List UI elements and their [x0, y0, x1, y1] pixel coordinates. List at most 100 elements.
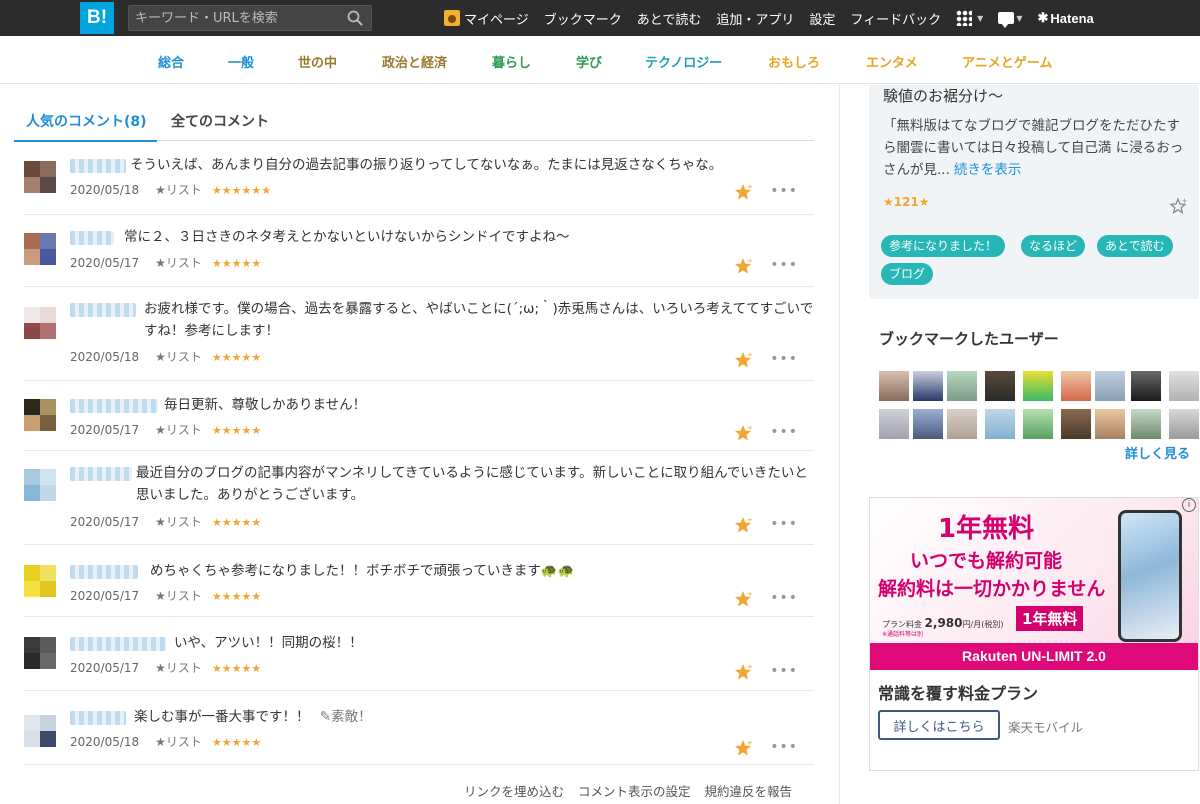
- add-star-icon[interactable]: +: [734, 424, 752, 442]
- star-list-link[interactable]: ★リスト: [155, 735, 202, 749]
- username[interactable]: [70, 303, 136, 317]
- category-general-top[interactable]: 総合: [158, 52, 184, 71]
- category-entertainment[interactable]: エンタメ: [866, 52, 918, 71]
- avatar[interactable]: [913, 371, 943, 401]
- tag-chip[interactable]: ブログ: [881, 263, 934, 285]
- search-input[interactable]: [135, 9, 335, 27]
- nav-feedback[interactable]: フィードバック: [850, 9, 941, 28]
- avatar[interactable]: [879, 409, 909, 439]
- more-options-icon[interactable]: •••: [770, 590, 798, 606]
- star-list-link[interactable]: ★リスト: [155, 423, 202, 437]
- category-anime-game[interactable]: アニメとゲーム: [962, 52, 1052, 71]
- category-fun[interactable]: おもしろ: [768, 52, 820, 71]
- avatar[interactable]: [24, 399, 56, 431]
- comment-date[interactable]: 2020/05/17: [70, 256, 139, 270]
- avatar[interactable]: [1095, 409, 1125, 439]
- avatar[interactable]: [1061, 409, 1091, 439]
- star-list-link[interactable]: ★リスト: [155, 350, 202, 364]
- avatar[interactable]: [947, 409, 977, 439]
- star-list-link[interactable]: ★リスト: [155, 515, 202, 529]
- avatar[interactable]: [24, 307, 56, 339]
- avatar[interactable]: [947, 371, 977, 401]
- avatar[interactable]: [879, 371, 909, 401]
- see-more-users-link[interactable]: 詳しく見る: [1125, 443, 1190, 462]
- star-list-link[interactable]: ★リスト: [155, 256, 202, 270]
- ad-title[interactable]: 常識を覆す料金プラン: [878, 680, 1038, 704]
- nav-add-app[interactable]: 追加・アプリ: [716, 9, 794, 28]
- avatar[interactable]: [24, 161, 56, 193]
- add-star-icon[interactable]: +: [734, 516, 752, 534]
- search-icon[interactable]: [347, 10, 363, 26]
- tab-popular-comments[interactable]: 人気のコメント(8): [14, 111, 157, 142]
- avatar[interactable]: [985, 371, 1015, 401]
- comment-date[interactable]: 2020/05/18: [70, 735, 139, 749]
- nav-mypage[interactable]: マイページ: [444, 9, 529, 28]
- avatar[interactable]: [24, 233, 56, 265]
- username[interactable]: [70, 467, 132, 481]
- tag-chip[interactable]: 参考になりました！: [881, 235, 1006, 257]
- nav-read-later[interactable]: あとで読む: [637, 9, 702, 28]
- avatar[interactable]: [1131, 371, 1161, 401]
- comment-date[interactable]: 2020/05/17: [70, 589, 139, 603]
- username[interactable]: [70, 637, 166, 651]
- more-options-icon[interactable]: •••: [770, 424, 798, 440]
- category-society[interactable]: 世の中: [298, 52, 337, 71]
- ad-details-button[interactable]: 詳しくはこちら: [878, 710, 1000, 740]
- more-options-icon[interactable]: •••: [770, 183, 798, 199]
- comment-date[interactable]: 2020/05/18: [70, 350, 139, 364]
- category-technology[interactable]: テクノロジー: [645, 52, 722, 71]
- nav-settings[interactable]: 設定: [809, 9, 835, 28]
- tag-chip[interactable]: あとで読む: [1097, 235, 1173, 257]
- ad-info-icon[interactable]: i: [1182, 498, 1196, 512]
- add-star-icon[interactable]: +: [734, 351, 752, 369]
- avatar[interactable]: [24, 715, 56, 747]
- ad-banner-image[interactable]: 1年無料 いつでも解約可能 解約料は一切かかりません プラン料金 2,980円/…: [870, 498, 1198, 670]
- avatar[interactable]: [1169, 371, 1199, 401]
- tab-all-comments[interactable]: 全てのコメント: [171, 111, 269, 140]
- star-list-link[interactable]: ★リスト: [155, 183, 202, 197]
- avatar[interactable]: [985, 409, 1015, 439]
- avatar[interactable]: [24, 469, 56, 501]
- add-star-icon[interactable]: +: [734, 590, 752, 608]
- comment-date[interactable]: 2020/05/18: [70, 183, 139, 197]
- nav-bookmark[interactable]: ブックマーク: [544, 9, 622, 28]
- notifications-menu[interactable]: ▼: [998, 12, 1022, 28]
- entry-title[interactable]: 験値のお裾分け〜: [883, 85, 1003, 106]
- avatar[interactable]: [1131, 409, 1161, 439]
- apps-menu[interactable]: ▼: [956, 10, 983, 26]
- more-options-icon[interactable]: •••: [770, 351, 798, 367]
- add-star-icon[interactable]: +: [1169, 197, 1187, 215]
- add-star-icon[interactable]: +: [734, 183, 752, 201]
- comment-date[interactable]: 2020/05/17: [70, 661, 139, 675]
- avatar[interactable]: [1095, 371, 1125, 401]
- avatar[interactable]: [1061, 371, 1091, 401]
- avatar[interactable]: [24, 565, 56, 597]
- more-options-icon[interactable]: •••: [770, 257, 798, 273]
- embed-link[interactable]: リンクを埋め込む: [464, 784, 564, 799]
- avatar[interactable]: [913, 409, 943, 439]
- entry-star-count[interactable]: ★121★: [883, 195, 930, 209]
- avatar[interactable]: [1023, 371, 1053, 401]
- star-list-link[interactable]: ★リスト: [155, 661, 202, 675]
- add-star-icon[interactable]: +: [734, 663, 752, 681]
- username[interactable]: [70, 159, 126, 173]
- hatena-bookmark-logo[interactable]: B!: [80, 2, 114, 34]
- avatar[interactable]: [24, 637, 56, 669]
- add-star-icon[interactable]: +: [734, 257, 752, 275]
- username[interactable]: [70, 711, 126, 725]
- more-options-icon[interactable]: •••: [770, 739, 798, 755]
- hatena-brand[interactable]: ✱ Hatena: [1037, 10, 1093, 26]
- category-life[interactable]: 暮らし: [492, 52, 531, 71]
- category-learning[interactable]: 学び: [576, 52, 602, 71]
- add-star-icon[interactable]: +: [734, 739, 752, 757]
- username[interactable]: [70, 399, 158, 413]
- avatar[interactable]: [1023, 409, 1053, 439]
- star-list-link[interactable]: ★リスト: [155, 589, 202, 603]
- report-violation-link[interactable]: 規約違反を報告: [705, 784, 793, 799]
- comment-display-settings-link[interactable]: コメント表示の設定: [578, 784, 691, 799]
- more-options-icon[interactable]: •••: [770, 516, 798, 532]
- username[interactable]: [70, 565, 138, 579]
- category-politics-economy[interactable]: 政治と経済: [382, 52, 447, 71]
- tag-chip[interactable]: なるほど: [1021, 235, 1086, 257]
- comment-tag[interactable]: ✎素敵！: [320, 709, 372, 725]
